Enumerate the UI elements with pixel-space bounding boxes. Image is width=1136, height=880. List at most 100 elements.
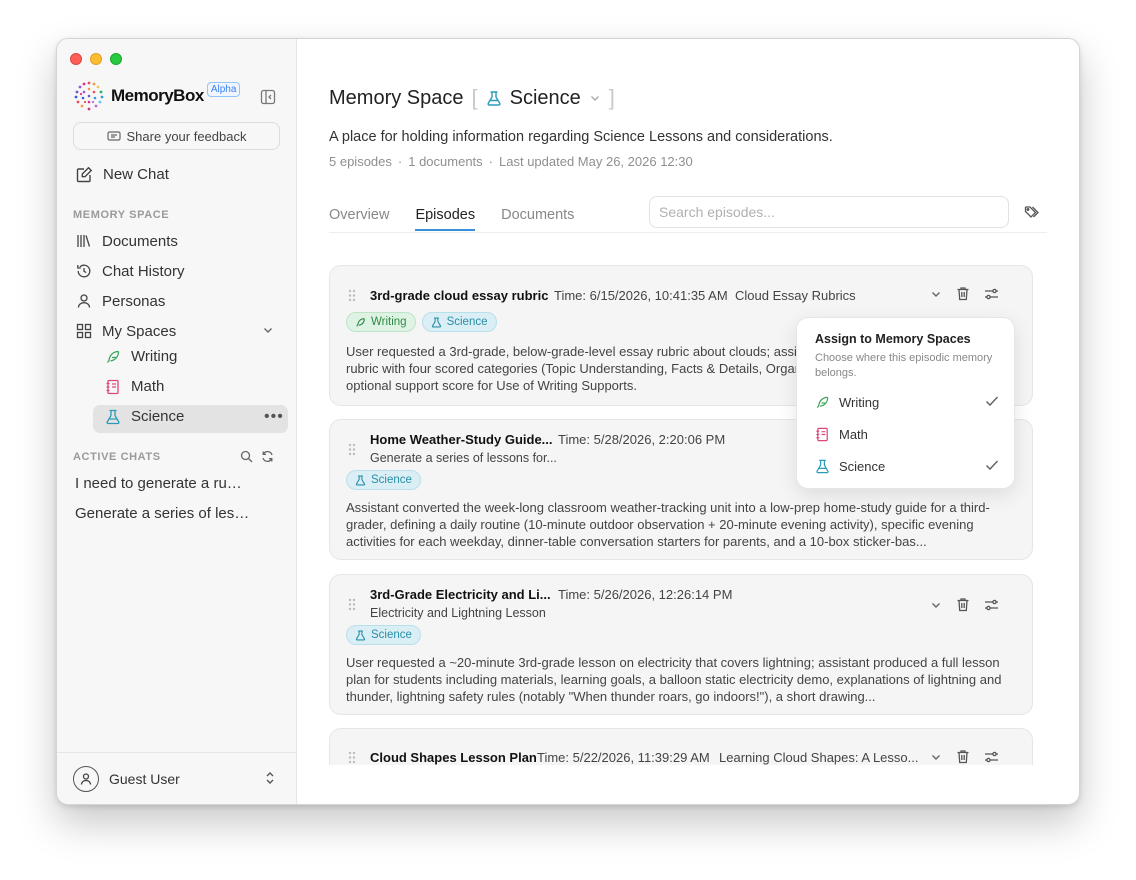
tab-documents[interactable]: Documents xyxy=(501,207,574,231)
more-options-icon[interactable]: ••• xyxy=(264,408,284,426)
tag-science[interactable]: Science xyxy=(346,470,421,490)
drag-handle-icon[interactable] xyxy=(348,598,356,611)
app-name: MemoryBox xyxy=(111,86,204,105)
memory-space-section-label: MEMORY SPACE xyxy=(73,209,170,221)
flask-icon xyxy=(355,474,366,486)
zoom-window-button[interactable] xyxy=(110,53,122,65)
tag-science[interactable]: Science xyxy=(421,312,497,332)
person-icon xyxy=(77,294,91,308)
alpha-badge: Alpha xyxy=(206,81,241,97)
drag-handle-icon[interactable] xyxy=(348,289,356,302)
active-chat-item[interactable]: Generate a series of lessons for weather… xyxy=(75,505,250,522)
space-item-math[interactable]: Math xyxy=(105,378,164,395)
episode-title: Home Weather-Study Guide... xyxy=(370,432,553,447)
check-icon xyxy=(985,460,999,471)
flask-icon xyxy=(431,316,441,328)
tag-writing[interactable]: Writing xyxy=(346,312,416,332)
episode-tags: Writing Science xyxy=(346,312,497,332)
feedback-button[interactable]: Share your feedback xyxy=(73,122,280,150)
popover-title: Assign to Memory Spaces xyxy=(815,332,971,346)
sidebar-item-my-spaces[interactable]: My Spaces xyxy=(76,320,176,342)
search-episodes-input[interactable] xyxy=(649,196,1009,228)
active-chats-section-label: ACTIVE CHATS xyxy=(73,451,161,463)
assign-option-writing[interactable]: Writing xyxy=(815,391,999,413)
trash-icon[interactable] xyxy=(956,597,970,612)
sidebar: MemoryBox Alpha Share your feedback New … xyxy=(57,39,297,804)
brand[interactable]: MemoryBox Alpha xyxy=(73,80,241,112)
episode-time: Time: 5/26/2026, 12:26:14 PM xyxy=(558,587,733,602)
notebook-icon xyxy=(106,379,119,394)
sidebar-item-label: Chat History xyxy=(102,262,185,280)
sliders-icon[interactable] xyxy=(984,598,999,612)
sidebar-item-label: Personas xyxy=(102,292,166,310)
space-item-science[interactable]: Science xyxy=(105,408,184,425)
chevron-down-icon[interactable] xyxy=(930,288,942,300)
tag-label: Writing xyxy=(371,316,407,328)
tab-episodes[interactable]: Episodes xyxy=(415,207,476,231)
space-item-label: Math xyxy=(131,378,165,395)
episode-card[interactable]: Cloud Shapes Lesson Plan Time: 5/22/2026… xyxy=(329,728,1033,765)
documents-count: 1 documents xyxy=(408,154,483,169)
space-selector[interactable]: Science xyxy=(486,87,601,110)
chevron-up-down-icon xyxy=(266,772,274,784)
tag-icon[interactable] xyxy=(1024,205,1040,219)
minimize-window-button[interactable] xyxy=(90,53,102,65)
episodes-count: 5 episodes xyxy=(329,154,392,169)
episode-card[interactable]: 3rd-Grade Electricity and Li... Time: 5/… xyxy=(329,574,1033,715)
feedback-label: Share your feedback xyxy=(126,128,247,144)
feather-icon xyxy=(816,396,829,408)
sliders-icon[interactable] xyxy=(984,750,999,764)
sliders-icon[interactable] xyxy=(984,287,999,301)
refresh-icon[interactable] xyxy=(261,450,274,463)
chevron-down-icon[interactable] xyxy=(262,324,274,336)
close-window-button[interactable] xyxy=(70,53,82,65)
search-icon[interactable] xyxy=(240,450,253,463)
sidebar-item-label: My Spaces xyxy=(102,322,177,340)
assign-option-math[interactable]: Math xyxy=(815,423,999,445)
assign-option-label: Math xyxy=(839,426,868,442)
drag-handle-icon[interactable] xyxy=(348,443,356,456)
drag-handle-icon[interactable] xyxy=(348,751,356,764)
tab-bar: Overview Episodes Documents xyxy=(329,207,574,231)
bracket-open: [ xyxy=(471,85,478,110)
new-chat-button[interactable]: New Chat xyxy=(76,166,169,183)
tag-label: Science xyxy=(371,629,412,641)
tab-overview[interactable]: Overview xyxy=(329,207,389,231)
assign-option-label: Writing xyxy=(839,394,880,410)
episode-time: Time: 6/15/2026, 10:41:35 AM xyxy=(554,288,728,303)
trash-icon[interactable] xyxy=(956,749,970,764)
app-window: MemoryBox Alpha Share your feedback New … xyxy=(56,38,1080,805)
episode-actions xyxy=(930,286,999,301)
space-item-writing[interactable]: Writing xyxy=(105,348,177,365)
episode-topic: Learning Cloud Shapes: A Lesso... xyxy=(719,750,919,765)
episode-clip: Cloud Shapes Lesson Plan Time: 5/22/2026… xyxy=(329,728,1033,765)
sidebar-item-documents[interactable]: Documents xyxy=(76,230,178,252)
episode-topic: Cloud Essay Rubrics xyxy=(735,288,856,303)
edit-icon xyxy=(76,166,93,183)
episode-title: 3rd-grade cloud essay rubric xyxy=(370,288,549,303)
user-menu[interactable]: Guest User xyxy=(57,752,297,804)
history-icon xyxy=(77,264,91,278)
active-chat-item[interactable]: I need to generate a rubric for a 3rd-gr… xyxy=(75,475,250,492)
space-description: A place for holding information regardin… xyxy=(329,129,833,145)
user-name: Guest User xyxy=(109,770,180,787)
chevron-down-icon[interactable] xyxy=(930,599,942,611)
new-chat-label: New Chat xyxy=(103,166,169,183)
feedback-icon xyxy=(106,131,121,141)
feather-icon xyxy=(356,317,365,327)
sidebar-item-label: Documents xyxy=(102,232,178,250)
assign-option-label: Science xyxy=(839,458,886,474)
assign-option-science[interactable]: Science xyxy=(815,455,999,477)
trash-icon[interactable] xyxy=(956,286,970,301)
sidebar-item-personas[interactable]: Personas xyxy=(76,290,165,312)
sidebar-toggle-icon[interactable] xyxy=(260,89,276,105)
flask-icon xyxy=(487,90,501,106)
bracket-close: ] xyxy=(608,85,615,110)
episode-title: Cloud Shapes Lesson Plan xyxy=(370,750,537,765)
chevron-down-icon xyxy=(590,96,599,101)
chevron-down-icon[interactable] xyxy=(930,751,942,763)
tag-science[interactable]: Science xyxy=(346,625,421,645)
feather-icon xyxy=(106,350,120,363)
popover-subtitle: Choose where this episodic memory belong… xyxy=(815,352,993,379)
sidebar-item-chat-history[interactable]: Chat History xyxy=(76,260,185,282)
